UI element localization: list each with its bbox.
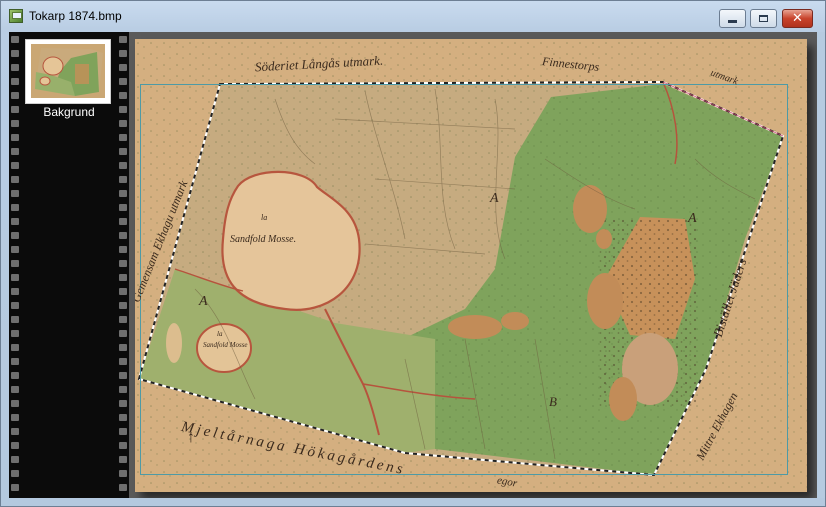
film-perforation [11, 316, 19, 323]
window-title: Tokarp 1874.bmp [29, 9, 122, 23]
film-perforation [119, 372, 127, 379]
film-perforation [11, 36, 19, 43]
film-perforation [11, 288, 19, 295]
film-perforation [119, 134, 127, 141]
film-perforation [119, 204, 127, 211]
film-perforation [119, 442, 127, 449]
film-perforation [119, 218, 127, 225]
film-perforation [11, 470, 19, 477]
film-perforation [119, 414, 127, 421]
film-perforation [11, 232, 19, 239]
film-perforation [11, 330, 19, 337]
film-perforation [119, 330, 127, 337]
film-perforation [119, 260, 127, 267]
film-perforation [11, 274, 19, 281]
north-arrow-icon: ↑ [187, 429, 195, 446]
film-perforation [119, 344, 127, 351]
film-perforation [119, 400, 127, 407]
map-label-lake: Sandfold Mosse. [230, 234, 297, 245]
layer-thumbnail-image [31, 44, 105, 98]
film-perforation [11, 92, 19, 99]
image-viewport[interactable]: Söderiet Långås utmark. Finnestorps utma… [129, 32, 819, 498]
close-icon: ✕ [792, 11, 803, 26]
layer-filmstrip[interactable]: Bakgrund [9, 32, 129, 498]
film-perforation [11, 344, 19, 351]
close-button[interactable]: ✕ [782, 9, 813, 28]
film-perforation [119, 92, 127, 99]
map-label-area-a2: A [490, 191, 499, 206]
film-perforation [11, 358, 19, 365]
map-image: Söderiet Långås utmark. Finnestorps utma… [135, 39, 807, 492]
film-perforation [11, 162, 19, 169]
film-perforation [11, 302, 19, 309]
film-perforation [119, 358, 127, 365]
film-perforation [119, 78, 127, 85]
film-perforation [119, 386, 127, 393]
film-perforation [119, 64, 127, 71]
map-label-lake-prefix: la [261, 213, 268, 222]
film-perforation [11, 260, 19, 267]
film-perforation [119, 50, 127, 57]
film-perforation [11, 218, 19, 225]
film-perforation [11, 176, 19, 183]
map-label-small-lake: Sandfold Mosse [203, 341, 248, 349]
film-perforation [11, 50, 19, 57]
image-file-icon [9, 9, 23, 23]
film-perforation [119, 162, 127, 169]
film-perforation [11, 190, 19, 197]
film-perforation [119, 302, 127, 309]
film-perforation [119, 274, 127, 281]
film-perforation [11, 414, 19, 421]
film-perforation [11, 372, 19, 379]
film-perforation [11, 428, 19, 435]
film-perforation [11, 442, 19, 449]
map-label-area-a: A [199, 294, 208, 309]
film-perforation [11, 204, 19, 211]
layer-label: Bakgrund [43, 105, 95, 119]
map-label-area-a3: A [688, 211, 697, 226]
film-perforation [11, 78, 19, 85]
title-bar[interactable]: Tokarp 1874.bmp ✕ [1, 1, 825, 31]
film-perforation [11, 456, 19, 463]
film-perforation [119, 316, 127, 323]
film-perforation [11, 134, 19, 141]
maximize-icon [759, 15, 768, 22]
film-perforation [11, 386, 19, 393]
film-perforation [119, 288, 127, 295]
film-perforation [119, 428, 127, 435]
image-viewer-window: Tokarp 1874.bmp ✕ Bakgrund Söderiet Lång… [0, 0, 826, 507]
minimize-button[interactable] [719, 9, 746, 28]
film-perforation [119, 176, 127, 183]
film-perforation [11, 148, 19, 155]
film-perforation [11, 400, 19, 407]
film-perforation [119, 232, 127, 239]
film-perforation [119, 246, 127, 253]
film-perforation [119, 470, 127, 477]
film-perforation [119, 148, 127, 155]
minimize-icon [728, 20, 737, 23]
map-label-area-b: B [549, 394, 557, 409]
film-perforation [11, 484, 19, 491]
film-perforation [119, 120, 127, 127]
film-perforation [11, 120, 19, 127]
film-perforation [11, 64, 19, 71]
map-drawing [135, 39, 807, 492]
film-perforation [119, 484, 127, 491]
window-border-right [817, 32, 825, 498]
film-perforation [119, 190, 127, 197]
maximize-button[interactable] [750, 9, 777, 28]
layer-thumbnail[interactable] [25, 39, 111, 104]
map-label-small-lake-prefix: la [217, 330, 223, 338]
film-perforation [11, 246, 19, 253]
film-perforation [119, 36, 127, 43]
film-perforation [119, 456, 127, 463]
